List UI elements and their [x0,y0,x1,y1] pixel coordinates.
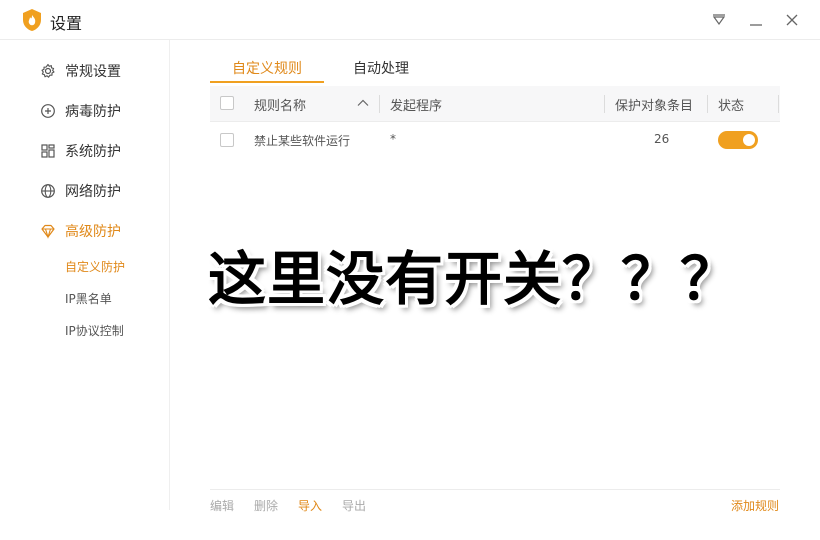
sidebar: 常规设置 病毒防护 系统防护 网络防护 高级防护 自定义防护 IP黑名单 IP协… [0,40,170,510]
sidebar-item-label: 常规设置 [65,64,121,80]
plus-square-icon [40,103,56,119]
window-title: 设置 [50,14,83,33]
import-button[interactable]: 导入 [298,497,322,514]
sidebar-item-virus[interactable]: 病毒防护 [40,100,121,122]
column-divider[interactable] [604,95,605,113]
table-row[interactable]: 禁止某些软件运行 * 26 [210,122,780,158]
minimize-icon[interactable] [744,8,768,32]
delete-button[interactable]: 删除 [254,497,278,514]
tab-auto-handling[interactable]: 自动处理 [338,58,424,84]
sidebar-subitem-ip-protocol[interactable]: IP协议控制 [65,322,124,339]
row-checkbox[interactable] [220,133,234,147]
sidebar-subitem-ip-blacklist[interactable]: IP黑名单 [65,290,112,307]
toggle-knob [743,134,755,146]
shield-flame-icon [22,8,42,32]
edit-button[interactable]: 编辑 [210,497,234,514]
grid-icon [40,143,56,159]
table-header: 规则名称 发起程序 保护对象条目 状态 [210,86,780,122]
rule-name-cell: 禁止某些软件运行 [254,134,351,148]
column-header-rule-name[interactable]: 规则名称 [254,95,306,114]
export-button[interactable]: 导出 [342,497,366,514]
column-header-program: 发起程序 [390,99,443,114]
footer-divider [210,489,780,490]
add-rule-button[interactable]: 添加规则 [731,497,779,514]
column-header-status: 状态 [718,99,745,114]
sidebar-item-advanced[interactable]: 高级防护 [40,220,121,242]
sort-up-icon[interactable] [356,95,370,109]
sidebar-item-label: 系统防护 [65,144,121,160]
sidebar-item-label: 网络防护 [65,184,121,200]
sidebar-item-label: 病毒防护 [65,104,121,120]
select-all-checkbox[interactable] [220,96,234,110]
sidebar-item-general[interactable]: 常规设置 [40,60,121,82]
annotation-overlay-text: 这里没有开关？？？ [208,245,740,313]
sidebar-item-system[interactable]: 系统防护 [40,140,121,162]
program-cell: * [390,132,396,146]
gear-icon [40,63,56,79]
column-header-protected-count: 保护对象条目 [615,99,694,114]
status-toggle[interactable] [718,131,758,149]
column-divider[interactable] [707,95,708,113]
column-divider[interactable] [379,95,380,113]
sidebar-subitem-custom-protection[interactable]: 自定义防护 [65,258,125,275]
tab-active-indicator [210,81,324,83]
protected-count-cell: 26 [654,132,670,146]
column-divider[interactable] [778,95,779,113]
sidebar-item-label: 高级防护 [65,224,121,240]
globe-icon [40,183,56,199]
diamond-icon [40,223,56,239]
sidebar-item-network[interactable]: 网络防护 [40,180,121,202]
menu-down-icon[interactable] [707,8,731,32]
close-icon[interactable] [780,8,804,32]
title-bar: 设置 [0,0,820,40]
